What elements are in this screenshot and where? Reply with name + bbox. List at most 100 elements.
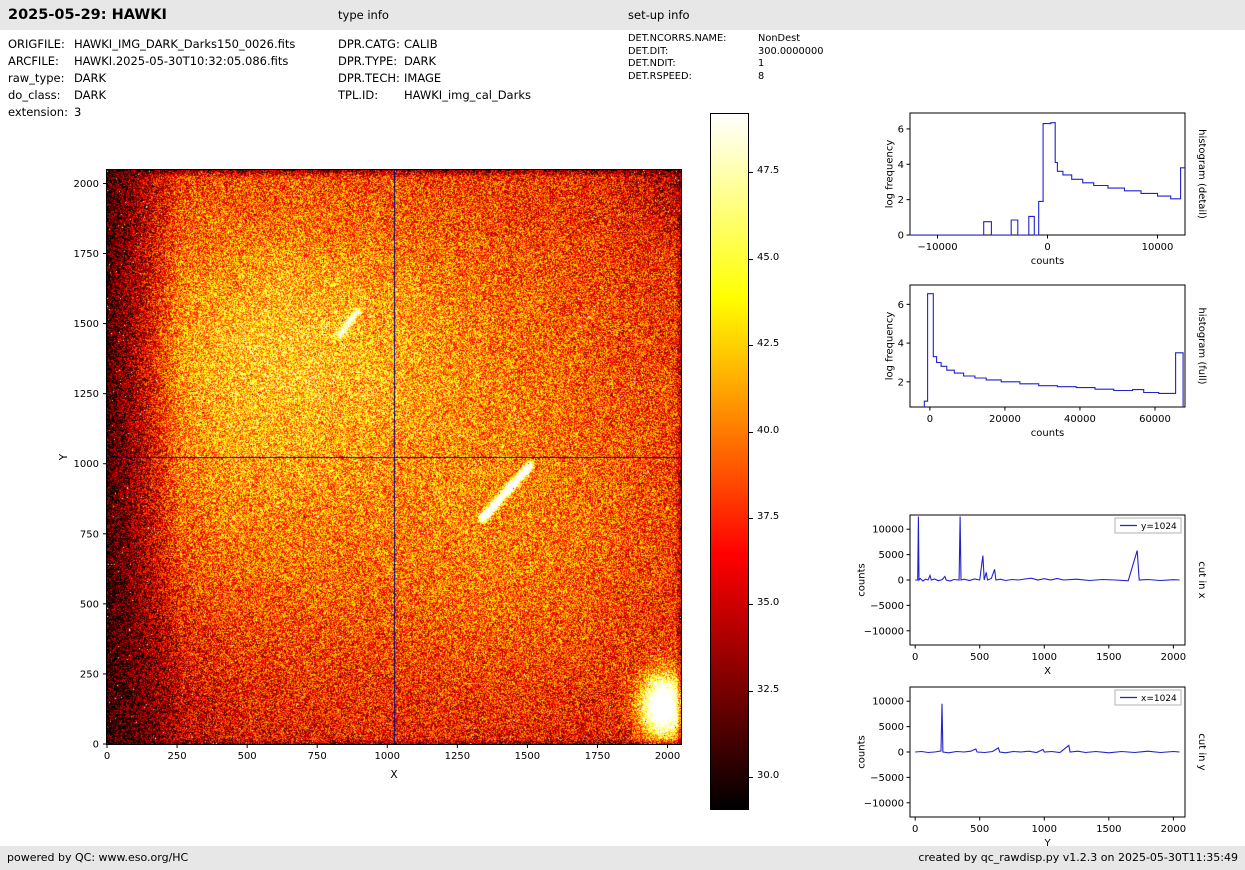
colorbar: 47.545.042.540.037.535.032.530.0 — [710, 113, 830, 813]
right-axis-label: histogram (detail) — [1196, 129, 1207, 219]
meta-value: CALIB — [404, 36, 438, 53]
colorbar-tick-label: 32.5 — [757, 684, 779, 695]
meta-label: DPR.TECH: — [338, 70, 404, 87]
colorbar-tick-label: 42.5 — [757, 338, 779, 349]
meta-label: extension: — [8, 104, 74, 121]
y-tick-label: 0 — [898, 748, 904, 759]
legend-label: y=1024 — [1141, 522, 1177, 532]
y-tick-label: 10000 — [872, 697, 904, 708]
meta-value: HAWKI.2025-05-30T10:32:05.086.fits — [74, 53, 288, 70]
hist-full-svg: 0200004000060000246countslog frequencyhi… — [848, 279, 1209, 445]
colorbar-tick-label: 37.5 — [757, 511, 779, 522]
y-tick-label: 5000 — [879, 550, 904, 561]
x-tick-label: 2000 — [655, 751, 680, 762]
meta-value: DARK — [404, 53, 436, 70]
meta-label: ORIGFILE: — [8, 36, 74, 53]
colorbar-tick-label: 35.0 — [757, 597, 779, 608]
cut-x-svg: 0500100015002000−10000−50000500010000Xco… — [848, 509, 1209, 683]
colorbar-tickmark — [749, 604, 753, 605]
meta-label: DPR.TYPE: — [338, 53, 404, 70]
x-tick-label: 2000 — [1161, 824, 1186, 835]
x-tick-label: 1500 — [1096, 652, 1121, 663]
y-tick-label: 0 — [898, 576, 904, 587]
colorbar-tickmark — [749, 432, 753, 433]
x-axis-label: counts — [1031, 256, 1064, 267]
meta-row: DPR.TECH:IMAGE — [338, 70, 531, 87]
y-tick-label: 500 — [80, 599, 99, 610]
meta-row: ARCFILE:HAWKI.2025-05-30T10:32:05.086.fi… — [8, 53, 295, 70]
y-tick-label: 4 — [898, 339, 904, 350]
meta-label: do_class: — [8, 87, 74, 104]
colorbar-tick-label: 47.5 — [757, 165, 779, 176]
y-tick-label: −10000 — [864, 626, 904, 637]
y-axis-label: log frequency — [884, 312, 895, 381]
meta-value: 300.0000000 — [758, 46, 823, 59]
meta-value: 3 — [74, 104, 81, 121]
hist-detail-svg: −100000100000246countslog frequencyhisto… — [848, 107, 1209, 273]
x-tick-label: 0 — [912, 652, 918, 663]
type-info-section-label: type info — [338, 0, 389, 30]
y-axis-label: counts — [856, 563, 867, 596]
meta-label: DET.NCORRS.NAME: — [628, 33, 758, 46]
x-tick-label: 1750 — [585, 751, 610, 762]
meta-row: DET.DIT:300.0000000 — [628, 46, 823, 59]
meta-row: DPR.CATG:CALIB — [338, 36, 531, 53]
y-axis-label: Y — [58, 453, 70, 461]
cut-y-svg: 0500100015002000−10000−50000500010000Yco… — [848, 681, 1209, 855]
x-tick-label: 0 — [927, 414, 933, 425]
y-axis-label: counts — [856, 735, 867, 768]
x-tick-label: 0 — [104, 751, 110, 762]
y-tick-label: 0 — [93, 740, 99, 751]
x-axis-label: X — [1044, 666, 1051, 677]
y-tick-label: 4 — [898, 160, 904, 171]
colorbar-tickmark — [749, 691, 753, 692]
meta-row: extension:3 — [8, 104, 295, 121]
y-axis-label: log frequency — [884, 140, 895, 209]
header-bar: 2025-05-29: HAWKI type info set-up info — [0, 0, 1245, 30]
x-tick-label: 1250 — [445, 751, 470, 762]
x-tick-label: 500 — [238, 751, 257, 762]
colorbar-tick-label: 45.0 — [757, 252, 779, 263]
x-tick-label: 20000 — [989, 414, 1021, 425]
meta-row: DET.NCORRS.NAME:NonDest — [628, 33, 823, 46]
meta-value: NonDest — [758, 33, 800, 46]
x-tick-label: 250 — [168, 751, 187, 762]
file-info-table: ORIGFILE:HAWKI_IMG_DARK_Darks150_0026.fi… — [8, 36, 295, 121]
footer-right-text: created by qc_rawdisp.py v1.2.3 on 2025-… — [918, 846, 1238, 870]
colorbar-tickmark — [749, 518, 753, 519]
meta-label: DET.RSPEED: — [628, 71, 758, 84]
meta-row: do_class:DARK — [8, 87, 295, 104]
cut-in-x-plot: 0500100015002000−10000−50000500010000Xco… — [848, 509, 1209, 687]
main-axes-svg: 0250500750100012501500175020000250500750… — [45, 158, 693, 798]
x-tick-label: 0 — [1044, 242, 1050, 253]
y-tick-label: 1000 — [74, 459, 99, 470]
setup-info-section-label: set-up info — [628, 0, 690, 30]
meta-value: HAWKI_IMG_DARK_Darks150_0026.fits — [74, 36, 295, 53]
y-tick-label: −5000 — [870, 601, 904, 612]
meta-row: DPR.TYPE:DARK — [338, 53, 531, 70]
x-tick-label: 1000 — [375, 751, 400, 762]
y-tick-label: 2000 — [74, 179, 99, 190]
footer-bar: powered by QC: www.eso.org/HC created by… — [0, 846, 1245, 870]
colorbar-tickmark — [749, 777, 753, 778]
x-tick-label: 1000 — [1032, 824, 1057, 835]
meta-label: TPL.ID: — [338, 87, 404, 104]
y-tick-label: 5000 — [879, 722, 904, 733]
meta-value: DARK — [74, 70, 106, 87]
y-tick-label: 2 — [898, 377, 904, 388]
page-title: 2025-05-29: HAWKI — [8, 0, 167, 30]
right-axis-label: cut in y — [1196, 733, 1207, 770]
x-tick-label: 2000 — [1161, 652, 1186, 663]
meta-label: raw_type: — [8, 70, 74, 87]
y-tick-label: 1750 — [74, 249, 99, 260]
meta-label: DET.DIT: — [628, 46, 758, 59]
colorbar-tickmark — [749, 259, 753, 260]
x-tick-label: 1500 — [1096, 824, 1121, 835]
x-tick-label: 500 — [970, 824, 989, 835]
x-tick-label: 10000 — [1142, 242, 1174, 253]
type-info-table: DPR.CATG:CALIB DPR.TYPE:DARK DPR.TECH:IM… — [338, 36, 531, 104]
y-tick-label: 6 — [898, 300, 904, 311]
y-tick-label: 6 — [898, 124, 904, 135]
colorbar-tick-label: 40.0 — [757, 425, 779, 436]
y-tick-label: 1250 — [74, 389, 99, 400]
